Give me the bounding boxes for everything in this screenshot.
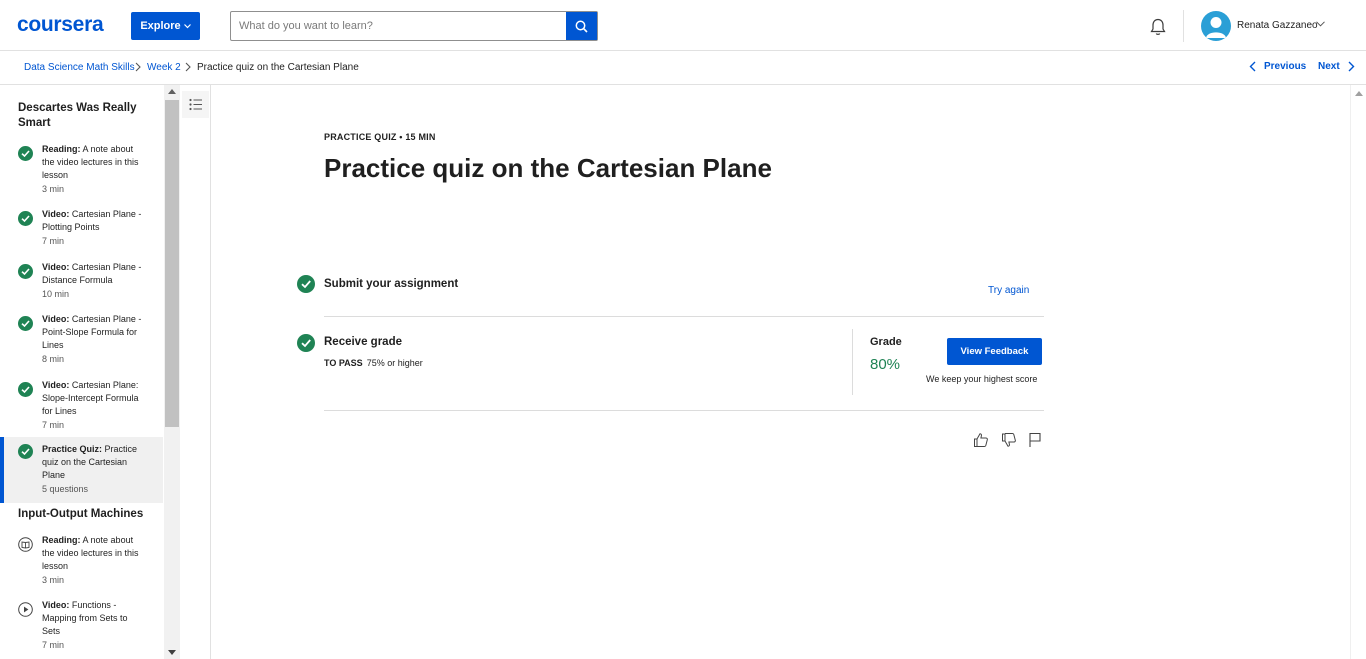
sidebar-item-distance-formula[interactable]: Video: Cartesian Plane - Distance Formul…	[0, 257, 163, 303]
item-duration: 3 min	[42, 184, 65, 194]
view-feedback-button[interactable]: View Feedback	[947, 338, 1042, 365]
to-pass-value: 75% or higher	[366, 358, 423, 368]
try-again-link[interactable]: Try again	[988, 285, 1029, 296]
play-icon	[18, 602, 33, 617]
item-duration: 8 min	[42, 354, 65, 364]
completed-check-icon	[297, 334, 315, 352]
submit-assignment-label: Submit your assignment	[324, 278, 459, 290]
item-type: Video:	[42, 600, 70, 610]
item-type: Practice Quiz:	[42, 444, 103, 454]
outline-toggle-column	[180, 85, 211, 659]
grade-value: 80%	[870, 356, 901, 373]
search-box	[230, 11, 598, 41]
item-duration: 5 questions	[42, 484, 89, 494]
chevron-down-icon	[183, 23, 191, 28]
explore-label: Explore	[140, 20, 181, 32]
completed-check-icon	[18, 382, 33, 397]
receive-grade-label: Receive grade	[324, 336, 402, 348]
sidebar-item-plotting-points[interactable]: Video: Cartesian Plane - Plotting Points…	[0, 204, 163, 250]
avatar[interactable]	[1201, 11, 1231, 41]
grade-divider	[852, 329, 853, 395]
list-icon	[188, 98, 202, 111]
chevron-right-icon	[185, 62, 191, 72]
completed-check-icon	[18, 316, 33, 331]
previous-label: Previous	[1264, 61, 1307, 72]
scrollbar-thumb[interactable]	[165, 100, 179, 427]
item-duration: 3 min	[42, 575, 65, 585]
scroll-up-arrow-icon[interactable]	[168, 89, 176, 94]
item-type: Reading:	[42, 144, 81, 154]
flag-icon[interactable]	[1027, 432, 1043, 448]
divider	[324, 316, 1044, 317]
chevron-left-icon	[1249, 61, 1256, 72]
main-content: PRACTICE QUIZ • 15 MIN Practice quiz on …	[212, 85, 1350, 659]
item-eyebrow: PRACTICE QUIZ • 15 MIN	[324, 132, 436, 142]
thumbs-up-icon[interactable]	[973, 432, 989, 448]
section-title: Input-Output Machines	[18, 508, 144, 520]
item-duration: 7 min	[42, 640, 65, 650]
sidebar-item-slope-intercept[interactable]: Video: Cartesian Plane: Slope-Intercept …	[0, 375, 163, 435]
chevron-right-icon	[135, 62, 141, 72]
item-type: Reading:	[42, 535, 81, 545]
chevron-right-icon	[1348, 61, 1355, 72]
item-duration: 10 min	[42, 289, 70, 299]
to-pass-requirement: TO PASS 75% or higher	[324, 358, 423, 368]
course-outline-sidebar: Descartes Was Really Smart Reading: A no…	[0, 85, 164, 659]
breadcrumb-course[interactable]: Data Science Math Skills	[24, 62, 135, 73]
item-type: Video:	[42, 209, 70, 219]
completed-check-icon	[18, 146, 33, 161]
coursera-logo[interactable]: coursera	[17, 13, 104, 37]
header-divider	[1183, 10, 1184, 42]
completed-check-icon	[18, 444, 33, 459]
sidebar-scrollbar[interactable]	[164, 85, 180, 659]
scroll-up-arrow-icon[interactable]	[1355, 91, 1363, 96]
user-icon	[1206, 17, 1226, 38]
sidebar-item-practice-quiz[interactable]: Practice Quiz: Practice quiz on the Cart…	[0, 437, 163, 503]
breadcrumb: Data Science Math Skills Week 2 Practice…	[0, 51, 1366, 85]
outline-toggle-button[interactable]	[182, 91, 209, 118]
next-button[interactable]: Next	[1318, 61, 1355, 72]
thumbs-down-icon[interactable]	[1001, 432, 1017, 448]
search-button[interactable]	[566, 12, 597, 40]
sidebar-item-reading-note-2[interactable]: Reading: A note about the video lectures…	[0, 530, 163, 588]
to-pass-label: TO PASS	[324, 358, 363, 368]
item-duration: 7 min	[42, 236, 65, 246]
top-header: coursera Explore Renata Gazzaneo	[0, 0, 1366, 51]
grade-label: Grade	[870, 336, 902, 348]
sidebar-item-functions[interactable]: Video: Functions - Mapping from Sets to …	[0, 595, 163, 655]
main-scrollbar[interactable]	[1350, 85, 1366, 659]
notification-bell-icon[interactable]	[1148, 17, 1168, 37]
completed-check-icon	[18, 264, 33, 279]
item-duration: 7 min	[42, 420, 65, 430]
search-input[interactable]	[231, 12, 566, 40]
keep-score-note: We keep your highest score	[926, 374, 1038, 384]
completed-check-icon	[297, 275, 315, 293]
scroll-down-arrow-icon[interactable]	[168, 650, 176, 655]
item-type: Video:	[42, 314, 70, 324]
search-icon	[575, 20, 588, 33]
next-label: Next	[1318, 61, 1340, 72]
section-title: Descartes Was Really Smart	[18, 102, 137, 129]
item-type: Video:	[42, 380, 70, 390]
previous-button[interactable]: Previous	[1249, 61, 1306, 72]
page-title: Practice quiz on the Cartesian Plane	[324, 153, 772, 183]
user-name[interactable]: Renata Gazzaneo	[1237, 20, 1318, 31]
breadcrumb-current: Practice quiz on the Cartesian Plane	[197, 62, 359, 73]
divider	[324, 410, 1044, 411]
sidebar-item-point-slope[interactable]: Video: Cartesian Plane - Point-Slope For…	[0, 309, 163, 369]
chevron-down-icon[interactable]	[1316, 21, 1325, 27]
item-type: Video:	[42, 262, 70, 272]
book-icon	[18, 537, 33, 552]
breadcrumb-week[interactable]: Week 2	[147, 62, 181, 73]
explore-button[interactable]: Explore	[131, 12, 200, 40]
sidebar-item-reading-note[interactable]: Reading: A note about the video lectures…	[0, 139, 163, 197]
completed-check-icon	[18, 211, 33, 226]
